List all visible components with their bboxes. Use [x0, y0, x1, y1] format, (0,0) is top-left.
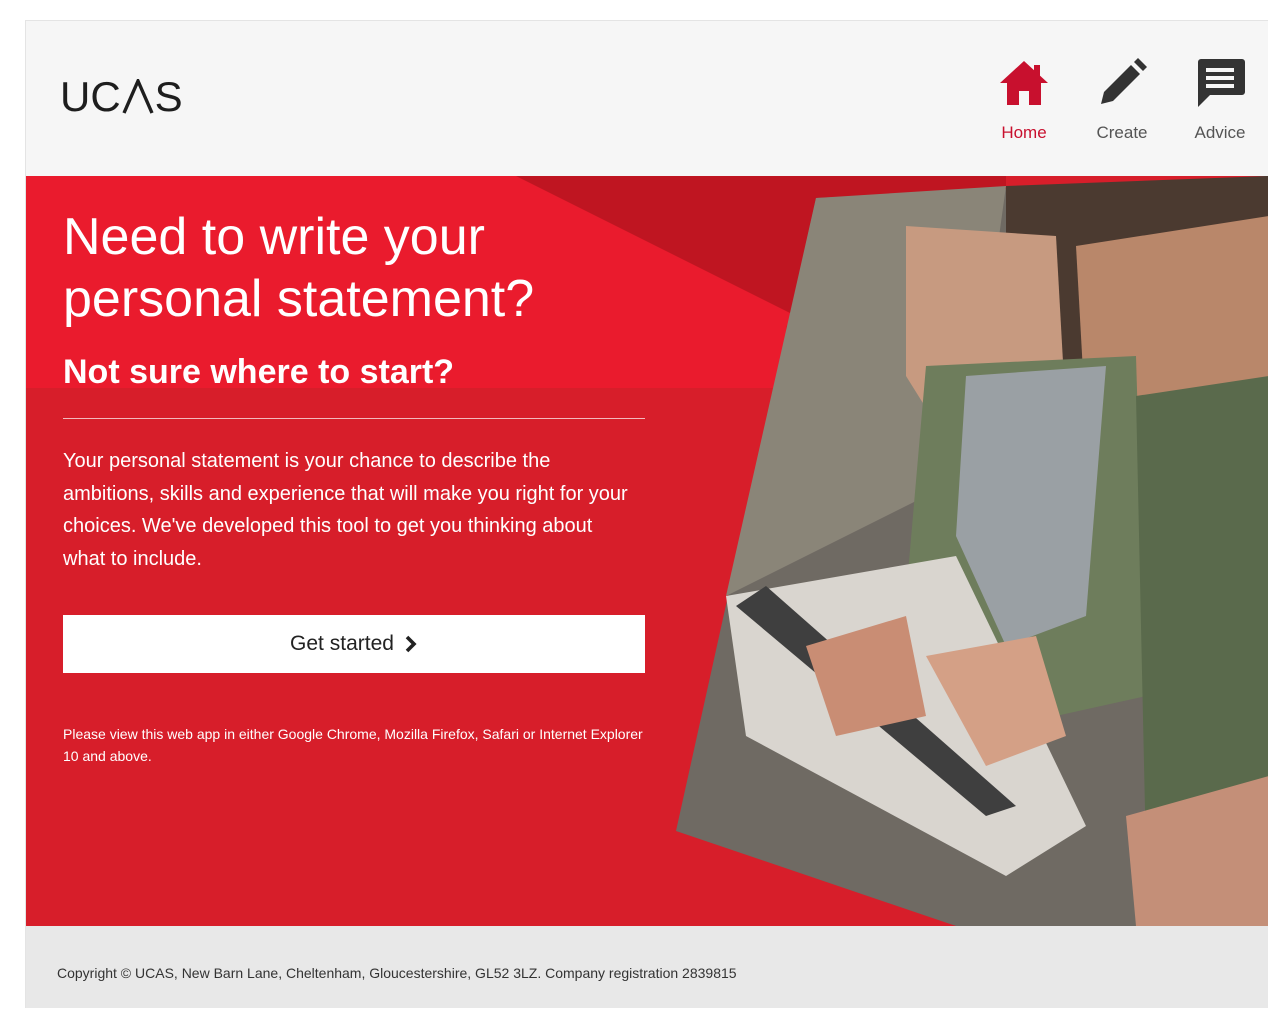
nav-label-home: Home — [1001, 123, 1047, 142]
nav-item-advice[interactable]: Advice — [1171, 55, 1268, 145]
site-footer: Copyright © UCAS, New Barn Lane, Chelten… — [26, 926, 1268, 1008]
nav-label-create: Create — [1096, 123, 1148, 142]
get-started-label: Get started — [290, 632, 394, 655]
get-started-button[interactable]: Get started — [63, 615, 645, 673]
browser-support-note: Please view this web app in either Googl… — [63, 726, 643, 764]
nav-item-home[interactable]: Home — [975, 55, 1073, 145]
divider — [63, 418, 645, 419]
chevron-right-icon — [404, 635, 418, 653]
home-icon — [996, 55, 1052, 111]
nav-item-create[interactable]: Create — [1073, 55, 1171, 145]
app-window: UC S Home Create Advice Need to write yo… — [25, 20, 1268, 1008]
logo-chevron-glyph — [121, 75, 155, 119]
hero-banner: Need to write your personal statement? N… — [26, 176, 1268, 926]
intro-text: Your personal statement is your chance t… — [63, 450, 628, 570]
pencil-icon — [1094, 55, 1150, 111]
speech-bubble-icon — [1192, 55, 1248, 111]
hero-content: Need to write your personal statement? N… — [63, 206, 648, 767]
page-subtitle: Not sure where to start? — [63, 353, 455, 391]
logo-text-right: S — [154, 73, 183, 120]
site-header: UC S Home Create Advice — [26, 21, 1268, 176]
logo-text-left: UC — [60, 73, 121, 120]
page-title: Need to write your personal statement? — [63, 208, 535, 328]
main-nav: Home Create Advice — [975, 55, 1268, 145]
copyright-text: Copyright © UCAS, New Barn Lane, Chelten… — [57, 965, 737, 981]
nav-label-advice: Advice — [1194, 123, 1246, 142]
ucas-logo[interactable]: UC S — [60, 75, 183, 119]
